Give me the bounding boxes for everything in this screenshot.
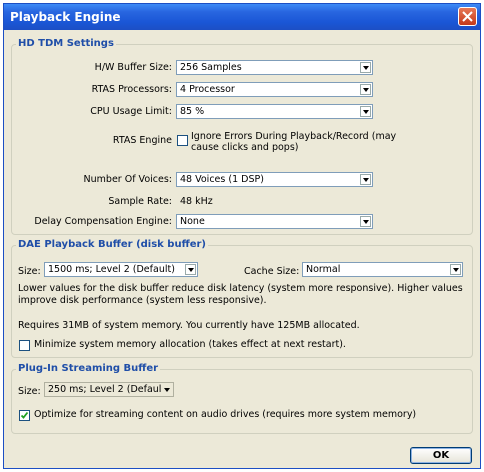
rtas-engine-label: RTAS Engine xyxy=(112,135,172,146)
chevron-down-icon xyxy=(360,62,371,73)
memory-info-text: Requires 31MB of system memory. You curr… xyxy=(18,320,360,331)
plugin-streaming-group xyxy=(11,369,473,434)
voices-select[interactable]: 48 Voices (1 DSP) xyxy=(176,172,373,187)
title-bar[interactable]: Playback Engine xyxy=(4,4,480,30)
chevron-down-icon xyxy=(360,174,371,185)
optimize-streaming-label: Optimize for streaming content on audio … xyxy=(34,409,417,420)
sample-rate-label: Sample Rate: xyxy=(108,196,172,207)
rtas-processors-label: RTAS Processors: xyxy=(91,84,172,95)
window-title: Playback Engine xyxy=(10,10,121,24)
chevron-down-icon xyxy=(450,264,461,275)
delay-comp-label: Delay Compensation Engine: xyxy=(34,216,172,227)
voices-value: 48 Voices (1 DSP) xyxy=(180,174,264,185)
chevron-down-icon xyxy=(360,216,371,227)
plugin-size-value: 250 ms; Level 2 (Default) xyxy=(48,384,169,395)
dae-size-value: 1500 ms; Level 2 (Default) xyxy=(48,264,175,275)
sample-rate-value: 48 kHz xyxy=(180,196,213,207)
plugin-streaming-title: Plug-In Streaming Buffer xyxy=(16,363,161,374)
cpu-limit-label: CPU Usage Limit: xyxy=(90,106,172,117)
hw-buffer-select[interactable]: 256 Samples xyxy=(176,60,373,75)
plugin-size-select[interactable]: 250 ms; Level 2 (Default) xyxy=(44,382,174,397)
voices-label: Number Of Voices: xyxy=(83,174,172,185)
cpu-limit-value: 85 % xyxy=(180,106,205,117)
hw-buffer-label: H/W Buffer Size: xyxy=(94,62,172,73)
chevron-down-icon xyxy=(360,84,371,95)
chevron-down-icon xyxy=(161,384,172,395)
delay-comp-value: None xyxy=(180,216,205,227)
cache-size-select[interactable]: Normal xyxy=(302,262,463,277)
hw-buffer-value: 256 Samples xyxy=(180,62,242,73)
dae-info-line2: improve disk performance (system less re… xyxy=(18,295,267,306)
dae-info-line1: Lower values for the disk buffer reduce … xyxy=(18,283,463,294)
minimize-memory-label: Minimize system memory allocation (takes… xyxy=(34,339,346,350)
dae-buffer-title: DAE Playback Buffer (disk buffer) xyxy=(16,239,208,250)
checkmark-icon xyxy=(20,411,29,419)
playback-engine-dialog: Playback Engine HD TDM Settings H/W Buff… xyxy=(3,3,481,469)
delay-comp-select[interactable]: None xyxy=(176,214,373,229)
optimize-streaming-checkbox[interactable] xyxy=(19,410,30,421)
ignore-errors-label-line2: cause clicks and pops) xyxy=(191,142,299,153)
chevron-down-icon xyxy=(360,106,371,117)
ok-button[interactable]: OK xyxy=(410,447,472,464)
cache-size-label: Cache Size: xyxy=(244,266,300,277)
cpu-limit-select[interactable]: 85 % xyxy=(176,104,373,119)
rtas-processors-select[interactable]: 4 Processor xyxy=(176,82,373,97)
dae-size-select[interactable]: 1500 ms; Level 2 (Default) xyxy=(44,262,198,277)
plugin-size-label: Size: xyxy=(18,386,41,397)
rtas-processors-value: 4 Processor xyxy=(180,84,235,95)
close-icon xyxy=(462,11,473,22)
close-button[interactable] xyxy=(458,7,477,26)
dae-size-label: Size: xyxy=(18,266,41,277)
minimize-memory-checkbox[interactable] xyxy=(19,340,30,351)
ignore-errors-checkbox[interactable] xyxy=(177,135,188,146)
cache-size-value: Normal xyxy=(306,264,341,275)
hd-tdm-settings-title: HD TDM Settings xyxy=(16,38,116,49)
chevron-down-icon xyxy=(185,264,196,275)
